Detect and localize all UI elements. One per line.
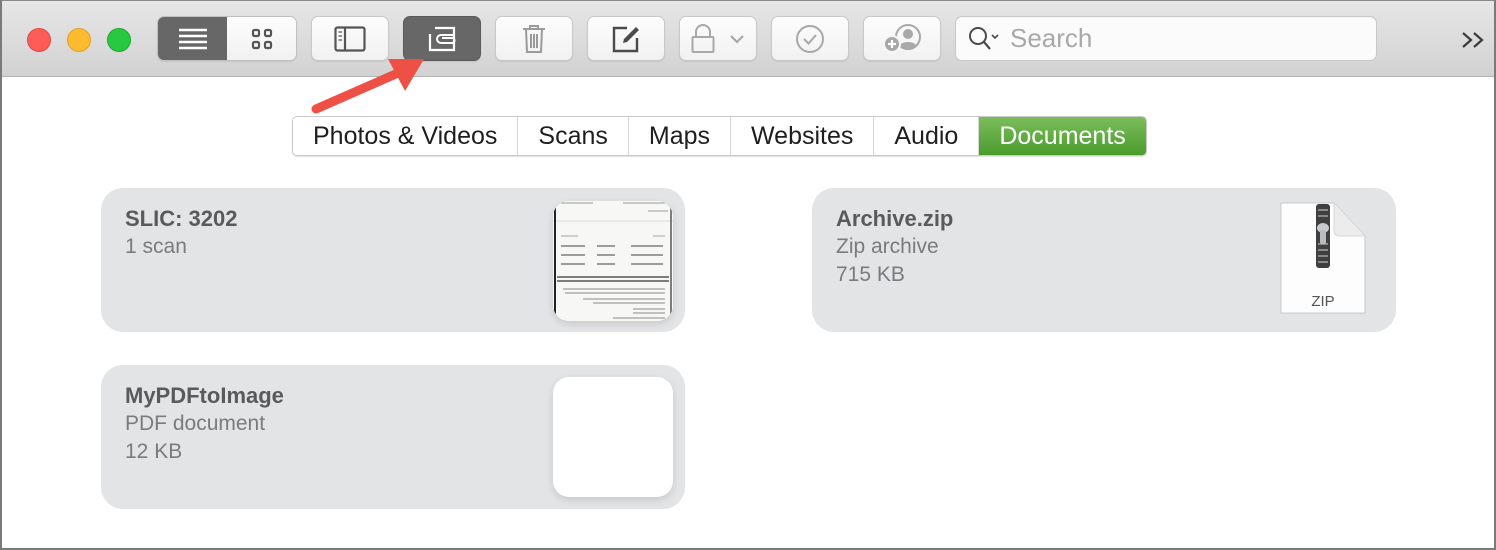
document-subtitle: 1 scan — [125, 235, 187, 258]
tab-documents[interactable]: Documents — [979, 117, 1146, 155]
document-size: 12 KB — [125, 440, 183, 463]
document-title: SLIC: 3202 — [125, 206, 238, 231]
delete-button[interactable] — [495, 16, 573, 61]
lock-button[interactable] — [679, 16, 757, 61]
search-input[interactable] — [1010, 23, 1350, 54]
new-note-button[interactable] — [587, 16, 665, 61]
attachment-icon — [428, 26, 456, 51]
toolbar — [2, 1, 1494, 77]
lock-icon — [691, 23, 715, 53]
document-type: PDF document — [125, 412, 266, 435]
tab-audio[interactable]: Audio — [874, 117, 980, 155]
checkmark-circle-icon — [796, 24, 824, 53]
notes-window: Photos & Videos Scans Maps Websites Audi… — [0, 0, 1496, 550]
tab-photos-videos[interactable]: Photos & Videos — [293, 117, 519, 155]
trash-icon — [523, 24, 545, 53]
list-view-button[interactable] — [158, 17, 227, 60]
search-field[interactable] — [955, 16, 1377, 61]
document-title: Archive.zip — [836, 206, 954, 231]
tab-websites[interactable]: Websites — [731, 117, 875, 155]
tab-scans[interactable]: Scans — [518, 117, 629, 155]
close-button[interactable] — [27, 28, 51, 52]
document-card-slic[interactable]: SLIC: 3202 1 scan — [101, 188, 685, 332]
annotation-arrow — [311, 59, 424, 114]
chevron-down-icon — [730, 34, 744, 44]
minimize-button[interactable] — [67, 28, 91, 52]
document-size: 715 KB — [836, 263, 905, 286]
document-title: MyPDFtoImage — [125, 383, 284, 408]
gallery-view-button[interactable] — [227, 17, 296, 60]
double-chevron-right-icon — [1462, 32, 1484, 48]
scan-preview-image — [553, 201, 673, 321]
search-icon — [969, 26, 999, 50]
add-people-button[interactable] — [863, 16, 941, 61]
zip-label: ZIP — [1311, 293, 1334, 310]
scan-thumbnail — [553, 201, 673, 321]
compose-icon — [612, 26, 639, 52]
toolbar-overflow-button[interactable] — [1458, 23, 1488, 57]
document-type: Zip archive — [836, 235, 939, 258]
attachment-category-tabs: Photos & Videos Scans Maps Websites Audi… — [292, 116, 1147, 156]
tab-maps[interactable]: Maps — [628, 117, 732, 155]
checklist-button[interactable] — [771, 16, 849, 61]
view-mode-segmented-control — [157, 16, 297, 61]
add-person-icon — [883, 23, 921, 53]
zoom-button[interactable] — [107, 28, 131, 52]
document-card-archive[interactable]: Archive.zip Zip archive 715 KB ZIP — [812, 188, 1396, 332]
pdf-thumbnail — [553, 377, 673, 497]
list-icon — [178, 28, 207, 49]
sidebar-icon — [334, 25, 366, 52]
grid-icon — [251, 28, 272, 49]
zip-file-icon: ZIP — [1280, 202, 1366, 314]
document-card-pdf[interactable]: MyPDFtoImage PDF document 12 KB — [101, 365, 685, 509]
